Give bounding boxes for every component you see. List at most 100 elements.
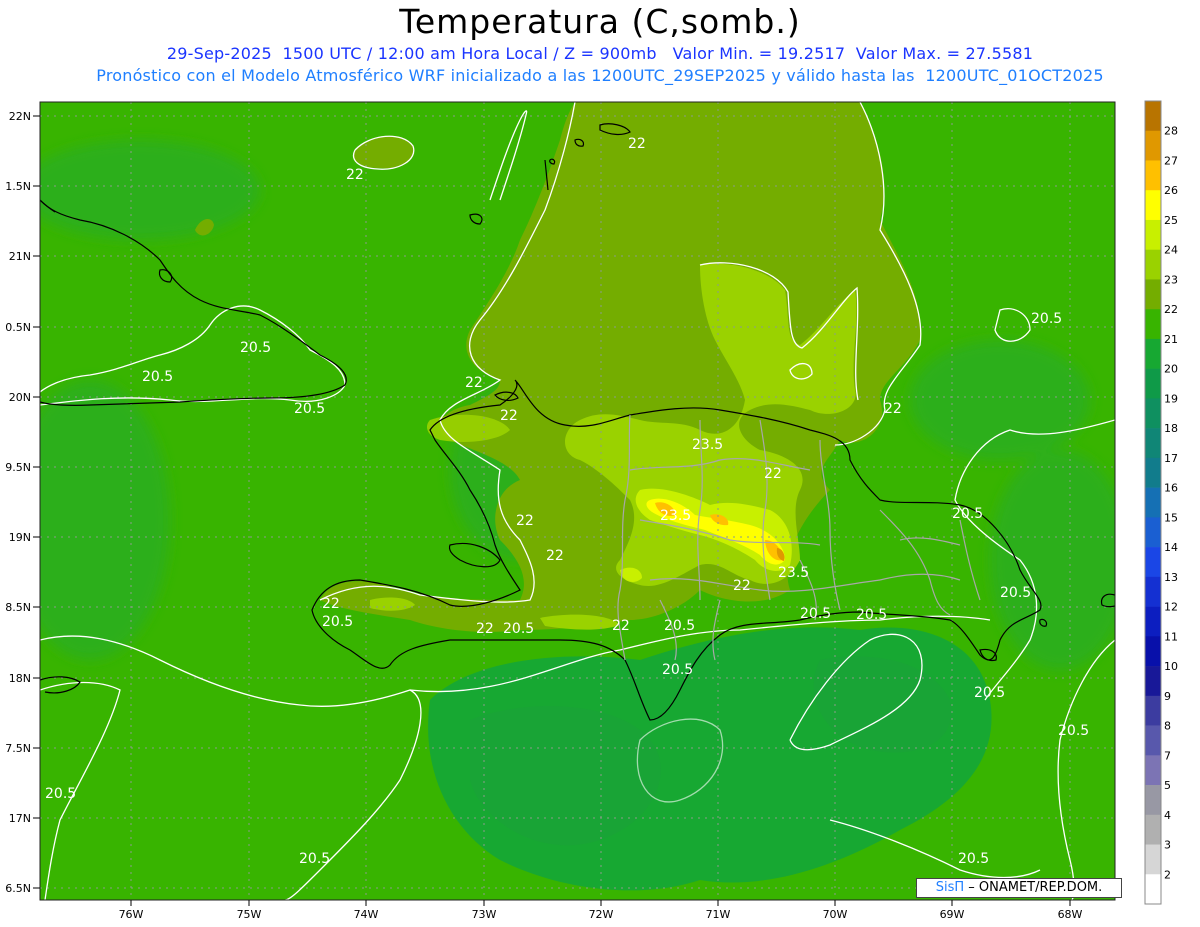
lat-label: 8.5N [5,601,31,614]
colorbar-label: 2 [1164,868,1171,881]
lat-label: 21N [9,250,31,263]
lat-label: 9.5N [5,461,31,474]
contour-label: 20.5 [856,607,887,623]
contour-label: 20.5 [45,786,76,802]
contour-label: 20.5 [1000,585,1031,601]
lat-label: 22N [9,110,31,123]
contour-label: 22 [322,596,340,612]
lon-label: 69W [940,908,965,921]
colorbar-swatch [1145,636,1161,667]
colorbar-swatch [1145,457,1161,488]
lon-label: 70W [823,908,848,921]
contour-label: 23.5 [778,565,809,581]
colorbar-label: 22 [1164,303,1178,316]
colorbar-label: 13 [1164,571,1178,584]
colorbar-swatch [1145,695,1161,726]
colorbar-label: 20 [1164,363,1178,376]
colorbar-label: 17 [1164,452,1178,465]
colorbar-label: 28 [1164,125,1178,138]
contour-label: 22 [500,408,518,424]
lat-label: 19N [9,531,31,544]
contour-label: 20.5 [142,369,173,385]
colorbar-swatch [1145,338,1161,369]
contour-label: 22 [733,578,751,594]
lat-label: 6.5N [5,882,31,895]
colorbar-swatch [1145,814,1161,845]
contour-label: 22 [764,466,782,482]
colorbar-swatch [1145,606,1161,637]
contour-label: 20.5 [1058,723,1089,739]
colorbar-swatch [1145,190,1161,221]
lon-label: 74W [354,908,379,921]
contour-label: 22 [465,375,483,391]
colorbar-swatch [1145,844,1161,875]
contour-label: 20.5 [294,401,325,417]
lon-label: 76W [119,908,144,921]
colorbar-label: 4 [1164,809,1171,822]
colorbar-swatch [1145,160,1161,191]
contour-label: 23.5 [660,508,691,524]
colorbar-swatch [1145,725,1161,756]
colorbar-swatch [1145,547,1161,578]
colorbar-swatch [1145,368,1161,399]
contour-label: 20.5 [503,621,534,637]
contour-label: 20.5 [322,614,353,630]
colorbar-label: 12 [1164,601,1178,614]
colorbar-swatch [1145,130,1161,161]
colorbar-swatch [1145,249,1161,280]
lon-label: 68W [1058,908,1083,921]
colorbar-swatch [1145,309,1161,340]
temperature-map: 22 22 22 22 22 22 22 22 22 22 22 22 20.5… [5,100,1178,921]
lat-label: 20N [9,391,31,404]
contour-label: 20.5 [958,851,989,867]
colorbar-label: 9 [1164,690,1171,703]
colorbar: 2827262524232221201918171615141312111098… [1144,100,1178,905]
lat-label: 0.5N [5,321,31,334]
contour-label: 20.5 [952,506,983,522]
colorbar-swatch [1145,874,1161,905]
contour-label: 22 [346,167,364,183]
colorbar-label: 15 [1164,511,1178,524]
colorbar-label: 18 [1164,422,1178,435]
colorbar-swatch [1145,785,1161,816]
contour-label: 22 [476,621,494,637]
contour-label: 22 [884,401,902,417]
colorbar-swatch [1145,428,1161,459]
colorbar-label: 27 [1164,154,1178,167]
colorbar-swatch [1145,219,1161,250]
lat-label: 1.5N [5,180,31,193]
shaded-field: 22 22 22 22 22 22 22 22 22 22 22 22 20.5… [40,102,1115,900]
contour-label: 22 [546,548,564,564]
credit-box: SisΠ – ONAMET/REP.DOM. [916,878,1122,898]
contour-label: 20.5 [974,685,1005,701]
colorbar-label: 19 [1164,392,1178,405]
colorbar-swatch [1145,487,1161,518]
colorbar-label: 23 [1164,273,1178,286]
contour-label: 20.5 [240,340,271,356]
colorbar-swatch [1145,517,1161,548]
colorbar-swatch [1145,576,1161,607]
contour-label: 22 [516,513,534,529]
colorbar-swatch [1145,279,1161,310]
colorbar-label: 5 [1164,779,1171,792]
colorbar-label: 26 [1164,184,1178,197]
longitude-axis [130,900,1071,906]
credit-org: – ONAMET/REP.DOM. [964,880,1103,895]
colorbar-label: 10 [1164,660,1178,673]
colorbar-swatch [1145,666,1161,697]
colorbar-label: 25 [1164,214,1178,227]
contour-label: 20.5 [664,618,695,634]
lat-label: 18N [9,672,31,685]
colorbar-label: 8 [1164,720,1171,733]
lon-label: 73W [472,908,497,921]
colorbar-label: 16 [1164,482,1178,495]
colorbar-swatch [1145,755,1161,786]
lat-label: 17N [9,812,31,825]
lat-label: 7.5N [5,742,31,755]
lon-label: 75W [237,908,262,921]
contour-label: 22 [628,136,646,152]
contour-label: 20.5 [1031,311,1062,327]
lon-label: 71W [706,908,731,921]
colorbar-label: 21 [1164,333,1178,346]
colorbar-swatch [1145,101,1161,132]
